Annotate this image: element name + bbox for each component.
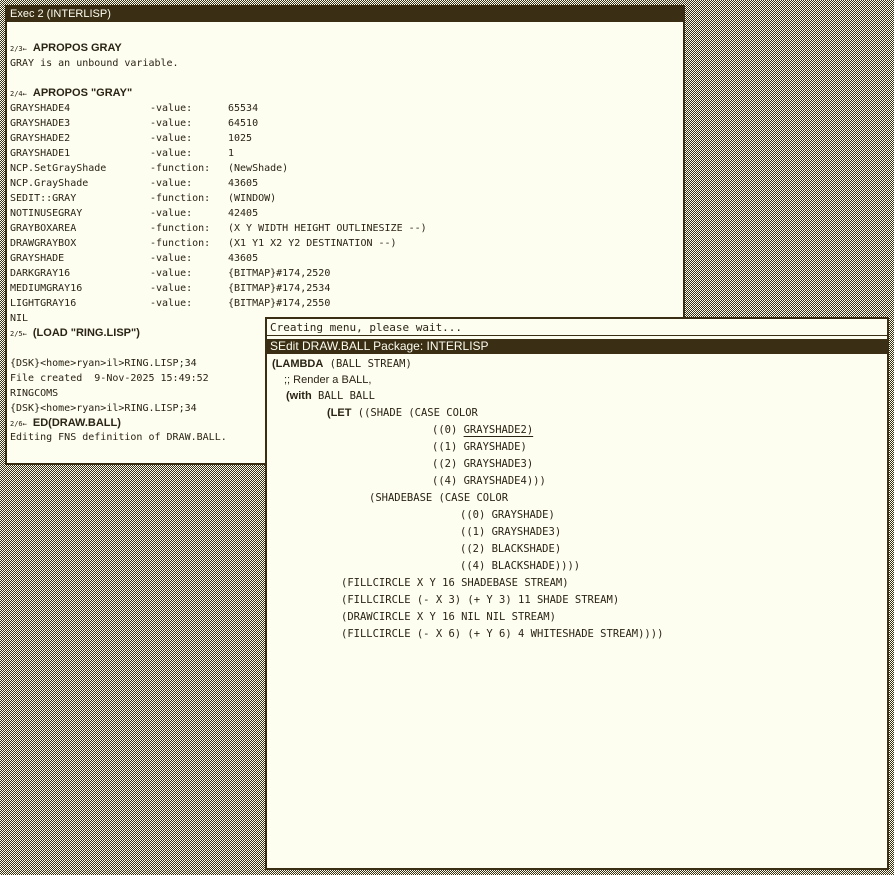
apropos-row: GRAYBOXAREA -function: (X Y WIDTH HEIGHT O… xyxy=(10,221,680,236)
apropos-val: 42405 xyxy=(228,208,259,219)
apropos-name: GRAYSHADE2 xyxy=(10,133,71,144)
apropos-kind: -value: xyxy=(150,253,193,264)
apropos-row: GRAYSHADE -value: 43605 xyxy=(10,251,680,266)
exec-command: APROPOS GRAY xyxy=(32,42,122,54)
apropos-val: (WINDOW) xyxy=(228,193,277,204)
code-text: ((0) xyxy=(432,424,464,436)
code-selection[interactable]: GRAYSHADE2) xyxy=(464,424,534,436)
apropos-val: 64510 xyxy=(228,118,259,129)
apropos-kind: -value: xyxy=(150,103,193,114)
apropos-kind: -value: xyxy=(150,268,193,279)
code-line: (FILLCIRCLE X Y 16 SHADEBASE STREAM) xyxy=(341,577,569,589)
sedit-window[interactable]: Creating menu, please wait... SEdit DRAW… xyxy=(265,317,889,870)
apropos-name: NCP.GrayShade xyxy=(10,178,89,189)
apropos-name: GRAYSHADE1 xyxy=(10,148,71,159)
code-line: ((1) GRAYSHADE) xyxy=(432,441,527,453)
apropos-val: 43605 xyxy=(228,253,259,264)
apropos-val: {BITMAP}#174,2534 xyxy=(228,283,331,294)
apropos-kind: -function: xyxy=(150,193,211,204)
apropos-val: {BITMAP}#174,2550 xyxy=(228,298,331,309)
code-line: ((1) GRAYSHADE3) xyxy=(460,526,562,538)
code-keyword: (with xyxy=(286,390,312,402)
apropos-name: NCP.SetGrayShade xyxy=(10,163,107,174)
apropos-name: DRAWGRAYBOX xyxy=(10,238,77,249)
apropos-row: GRAYSHADE2 -value: 1025 xyxy=(10,131,680,146)
apropos-name: MEDIUMGRAY16 xyxy=(10,283,83,294)
code-line: ((2) GRAYSHADE3) xyxy=(432,458,534,470)
exec-prompt: 2/4← xyxy=(10,90,27,98)
apropos-val: 65534 xyxy=(228,103,259,114)
code-text: ((SHADE (CASE COLOR xyxy=(351,407,478,419)
sedit-prompt-line: Creating menu, please wait... xyxy=(267,319,887,336)
exec-command: (LOAD "RING.LISP") xyxy=(32,327,140,339)
exec-command: ED(DRAW.BALL) xyxy=(32,417,121,429)
sedit-code-area[interactable]: (LAMBDA (BALL STREAM) ;; Render a BALL, … xyxy=(267,357,887,867)
exec-prompt: 2/6← xyxy=(10,420,27,428)
apropos-row: DRAWGRAYBOX -function: (X1 Y1 X2 Y2 DESTIN… xyxy=(10,236,680,251)
apropos-row: GRAYSHADE4 -value: 65534 xyxy=(10,101,680,116)
apropos-row: NCP.SetGrayShade -function: (NewShade) xyxy=(10,161,680,176)
apropos-row: NCP.GrayShade -value: 43605 xyxy=(10,176,680,191)
code-text: (BALL STREAM) xyxy=(323,358,412,370)
apropos-row: GRAYSHADE1 -value: 1 xyxy=(10,146,680,161)
exec-prompt: 2/5← xyxy=(10,330,27,338)
apropos-results: GRAYSHADE4 -value: 65534 GRAYSHADE3 -value: 6… xyxy=(10,101,680,311)
apropos-name: GRAYSHADE3 xyxy=(10,118,71,129)
apropos-name: LIGHTGRAY16 xyxy=(10,298,77,309)
apropos-name: NOTINUSEGRAY xyxy=(10,208,83,219)
apropos-val: {BITMAP}#174,2520 xyxy=(228,268,331,279)
apropos-row: SEDIT::GRAY -function: (WINDOW) xyxy=(10,191,680,206)
apropos-kind: -function: xyxy=(150,238,211,249)
apropos-row: GRAYSHADE3 -value: 64510 xyxy=(10,116,680,131)
code-text: BALL BALL xyxy=(311,390,375,402)
apropos-name: GRAYSHADE xyxy=(10,253,65,264)
apropos-row: MEDIUMGRAY16 -value: {BITMAP}#174,2534 xyxy=(10,281,680,296)
code-line: ((0) GRAYSHADE) xyxy=(460,509,555,521)
code-line: (FILLCIRCLE (- X 3) (+ Y 3) 11 SHADE STR… xyxy=(341,594,620,606)
exec-prompt: 2/3← xyxy=(10,45,27,53)
code-comment: ;; Render a BALL, xyxy=(284,374,372,386)
apropos-val: (X Y WIDTH HEIGHT OUTLINESIZE --) xyxy=(228,223,427,234)
apropos-kind: -value: xyxy=(150,208,193,219)
apropos-val: 43605 xyxy=(228,178,259,189)
apropos-kind: -function: xyxy=(150,163,211,174)
code-line: ((4) GRAYSHADE4))) xyxy=(432,475,546,487)
apropos-name: SEDIT::GRAY xyxy=(10,193,77,204)
apropos-row: LIGHTGRAY16 -value: {BITMAP}#174,2550 xyxy=(10,296,680,311)
apropos-val: (X1 Y1 X2 Y2 DESTINATION --) xyxy=(228,238,397,249)
code-line: (SHADEBASE (CASE COLOR xyxy=(369,492,509,504)
apropos-kind: -value: xyxy=(150,118,193,129)
apropos-name: GRAYBOXAREA xyxy=(10,223,77,234)
apropos-kind: -value: xyxy=(150,148,193,159)
apropos-val: 1025 xyxy=(228,133,253,144)
apropos-kind: -value: xyxy=(150,283,193,294)
code-line: (FILLCIRCLE (- X 6) (+ Y 6) 4 WHITESHADE… xyxy=(341,628,664,640)
apropos-row: NOTINUSEGRAY -value: 42405 xyxy=(10,206,680,221)
exec-output-line: GRAY is an unbound variable. xyxy=(10,58,179,69)
apropos-kind: -function: xyxy=(150,223,211,234)
exec-window-title[interactable]: Exec 2 (INTERLISP) xyxy=(7,7,683,22)
exec-command: APROPOS "GRAY" xyxy=(32,87,133,99)
sedit-window-title[interactable]: SEdit DRAW.BALL Package: INTERLISP xyxy=(267,339,887,354)
apropos-val: (NewShade) xyxy=(228,163,289,174)
apropos-kind: -value: xyxy=(150,133,193,144)
apropos-row: DARKGRAY16 -value: {BITMAP}#174,2520 xyxy=(10,266,680,281)
code-line: ((4) BLACKSHADE)))) xyxy=(460,560,581,572)
apropos-kind: -value: xyxy=(150,178,193,189)
apropos-name: GRAYSHADE4 xyxy=(10,103,71,114)
code-line: ((2) BLACKSHADE) xyxy=(460,543,562,555)
code-keyword: (LAMBDA xyxy=(272,358,324,370)
apropos-name: DARKGRAY16 xyxy=(10,268,71,279)
apropos-val: 1 xyxy=(228,148,235,159)
apropos-kind: -value: xyxy=(150,298,193,309)
code-line: (DRAWCIRCLE X Y 16 NIL NIL STREAM) xyxy=(341,611,556,623)
code-keyword: (LET xyxy=(327,407,352,419)
